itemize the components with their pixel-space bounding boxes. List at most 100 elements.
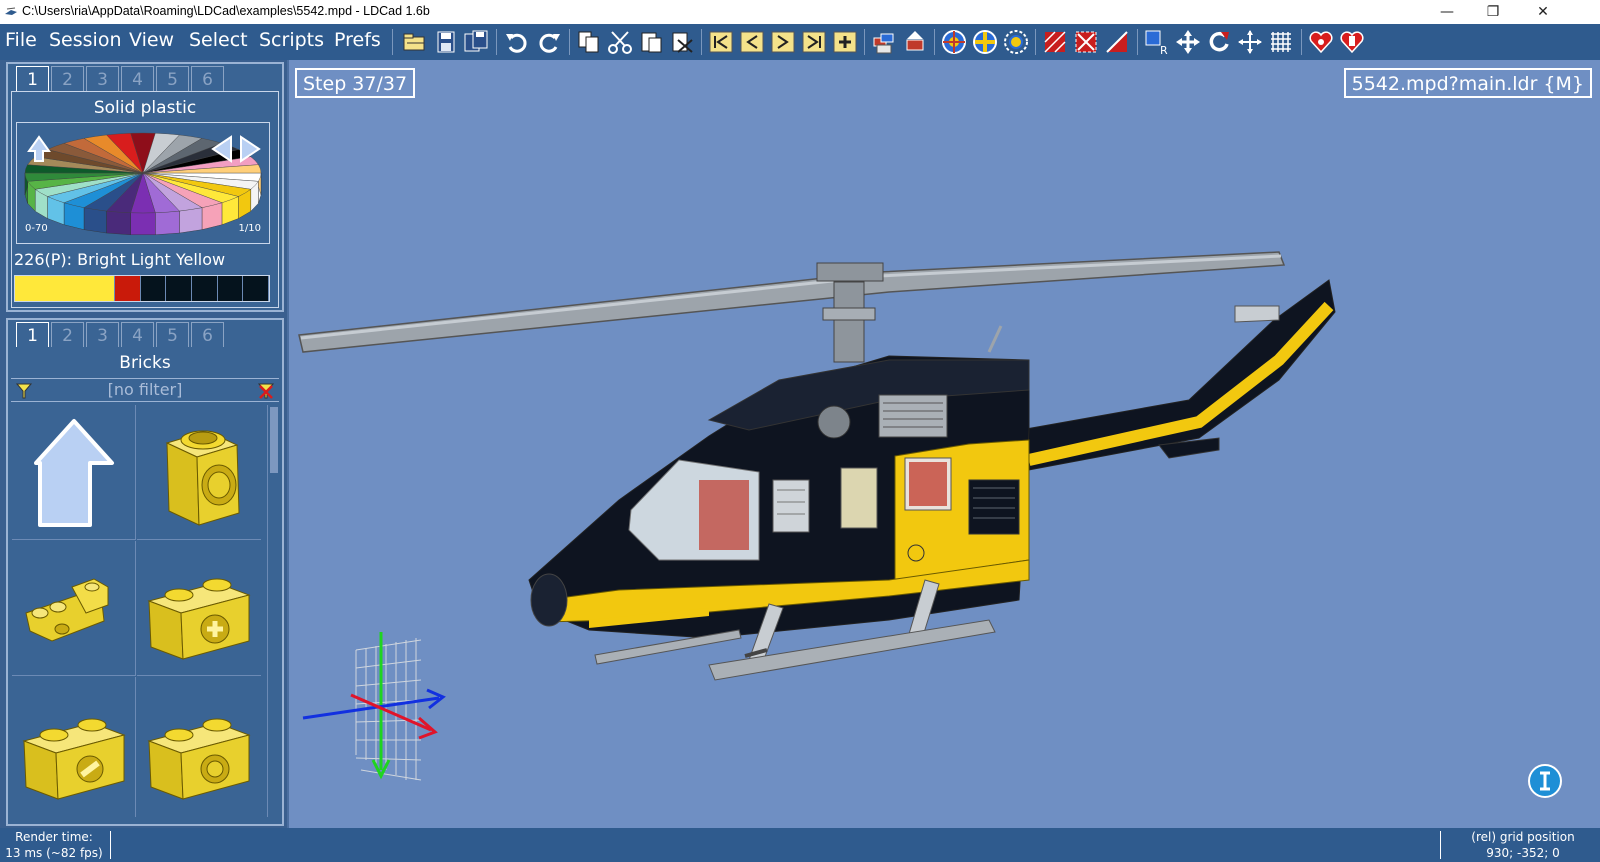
save-icon[interactable] [432, 28, 460, 56]
next-step-icon[interactable] [769, 28, 797, 56]
color-swatch[interactable] [39, 276, 65, 301]
delete-all-icon[interactable] [1103, 28, 1131, 56]
title-bar: C:\Users\ria\AppData\Roaming\LDCad\examp… [0, 0, 1600, 24]
grid-position-value: 930; -352; 0 [1486, 846, 1560, 860]
add-step-icon[interactable] [831, 28, 859, 56]
toolbar-separator [701, 29, 702, 55]
paste-icon[interactable] [637, 28, 665, 56]
toolbar-separator [1035, 29, 1036, 55]
technic-brick-hole-icon [147, 718, 251, 800]
technic-brick-icon [165, 430, 240, 526]
favorite-remove-icon[interactable] [1338, 28, 1366, 56]
delete-selection-icon[interactable] [1072, 28, 1100, 56]
clear-filter-icon[interactable] [257, 382, 275, 400]
menu-view[interactable]: View [129, 29, 174, 51]
save-all-icon[interactable] [462, 28, 490, 56]
undo-icon[interactable] [503, 28, 531, 56]
3d-viewport[interactable]: Step 37/37 5542.mpd?main.ldr {M} [287, 60, 1600, 828]
favorite-add-icon[interactable] [1307, 28, 1335, 56]
parts-item-group-up[interactable] [12, 405, 136, 540]
parts-tab-4[interactable]: 4 [121, 322, 154, 348]
color-tab-5[interactable]: 5 [156, 66, 189, 92]
parts-tab-3[interactable]: 3 [86, 322, 119, 348]
color-swatch[interactable] [217, 276, 244, 301]
toolbar-separator [496, 29, 497, 55]
ldcad-app-icon [5, 7, 17, 15]
parts-item-technic-brick-1x2-pin[interactable] [12, 677, 136, 817]
parts-scrollbar[interactable] [267, 405, 279, 817]
color-swatch[interactable] [114, 276, 141, 301]
filter-bar: [no filter] [11, 378, 279, 402]
parts-item-technic-brick-1x1[interactable] [137, 405, 261, 540]
copy-icon[interactable] [575, 28, 603, 56]
color-range-label: 0-70 [25, 223, 48, 234]
color-wheel-box: 0-70 1/10 [16, 122, 270, 244]
color-wheel-side [83, 207, 107, 234]
parts-item-technic-liftarm[interactable] [12, 541, 136, 676]
grid-position-label: (rel) grid position [1471, 830, 1575, 844]
cut-icon[interactable] [606, 28, 634, 56]
color-swatch[interactable] [166, 276, 192, 301]
close-button[interactable]: ✕ [1520, 0, 1566, 24]
restore-button[interactable]: ❐ [1470, 0, 1516, 24]
paste-special-icon[interactable] [668, 28, 696, 56]
grid-icon[interactable] [1267, 28, 1295, 56]
status-divider [110, 831, 111, 859]
color-wheel-side [155, 210, 180, 235]
color-swatch[interactable] [243, 276, 270, 301]
color-page-label: 1/10 [238, 223, 261, 234]
toolbar-separator [934, 29, 935, 55]
menu-toolbar: File Session View Select Scripts Prefs R [0, 24, 1600, 60]
info-button[interactable] [1528, 764, 1562, 798]
rotate-icon[interactable] [1205, 28, 1233, 56]
parts-item-technic-brick-1x2-hole[interactable] [137, 677, 261, 817]
color-tab-6[interactable]: 6 [191, 66, 224, 92]
redo-icon[interactable] [535, 28, 563, 56]
menu-select[interactable]: Select [189, 29, 248, 51]
open-icon[interactable] [400, 28, 428, 56]
menu-file[interactable]: File [5, 29, 37, 51]
parts-tab-6[interactable]: 6 [191, 322, 224, 348]
previous-step-icon[interactable] [738, 28, 766, 56]
color-tab-3[interactable]: 3 [86, 66, 119, 92]
color-swatch[interactable] [64, 276, 90, 301]
color-replace-icon[interactable] [1002, 28, 1030, 56]
technic-brick-axle-icon [147, 578, 251, 660]
color-swatch[interactable] [191, 276, 218, 301]
color-bin-panel: 1 2 3 4 5 6 Solid plastic 0-70 1/10 226(… [6, 62, 284, 312]
menu-session[interactable]: Session [49, 29, 122, 51]
minimize-button[interactable]: — [1424, 0, 1470, 24]
toolbar-separator [392, 29, 393, 55]
color-wheel[interactable] [17, 123, 269, 243]
color-tab-1[interactable]: 1 [16, 66, 49, 92]
move-axes-icon[interactable] [1236, 28, 1264, 56]
helicopter-model[interactable] [289, 60, 1600, 828]
menu-prefs[interactable]: Prefs [334, 29, 381, 51]
move-icon[interactable] [1174, 28, 1202, 56]
parts-item-technic-brick-1x2-axle[interactable] [137, 541, 261, 676]
color-swatch[interactable] [89, 276, 115, 301]
add-brick-icon[interactable] [901, 28, 929, 56]
filter-text[interactable]: [no filter] [11, 380, 279, 399]
parts-tab-1[interactable]: 1 [16, 322, 49, 348]
svg-text:R: R [1160, 44, 1168, 56]
menu-scripts[interactable]: Scripts [259, 29, 324, 51]
first-step-icon[interactable] [707, 28, 735, 56]
up-arrow-icon [34, 419, 114, 527]
color-tab-2[interactable]: 2 [51, 66, 84, 92]
parts-tab-2[interactable]: 2 [51, 322, 84, 348]
grid-r-icon[interactable]: R [1143, 28, 1171, 56]
color-swatch[interactable] [140, 276, 167, 301]
delete-icon[interactable] [1041, 28, 1069, 56]
group-icon[interactable] [870, 28, 898, 56]
color-swatch[interactable] [15, 276, 40, 301]
last-step-icon[interactable] [800, 28, 828, 56]
parts-tab-5[interactable]: 5 [156, 322, 189, 348]
color-pick-icon[interactable] [940, 28, 968, 56]
color-bin-body: Solid plastic 0-70 1/10 226(P): Bright L… [11, 91, 279, 308]
parts-grid [11, 405, 264, 817]
color-wheel-side [179, 207, 203, 234]
parts-scrollbar-thumb[interactable] [270, 407, 278, 473]
color-tab-4[interactable]: 4 [121, 66, 154, 92]
color-apply-icon[interactable] [971, 28, 999, 56]
